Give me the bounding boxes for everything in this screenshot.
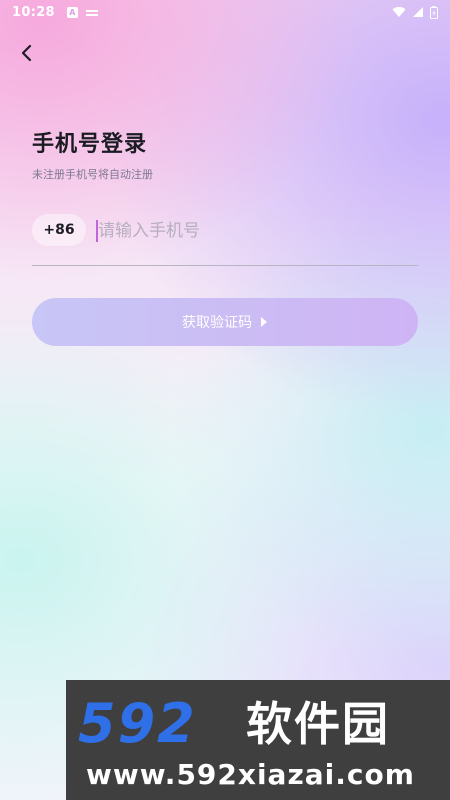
- message-notification-icon: [85, 8, 98, 17]
- app-notification-icon: A: [66, 6, 78, 18]
- watermark: 592 软件园 www.592xiazai.com: [66, 680, 450, 800]
- status-indicators: [392, 5, 438, 19]
- get-code-button[interactable]: 获取验证码: [32, 298, 418, 346]
- chevron-right-icon: [261, 317, 267, 327]
- chevron-left-icon: [21, 44, 32, 62]
- get-code-label: 获取验证码: [182, 315, 252, 331]
- signal-icon: [413, 7, 423, 17]
- watermark-logo-digits: 592: [78, 692, 197, 755]
- watermark-logo-text: 软件园: [246, 697, 390, 751]
- page-subtitle: 未注册手机号将自动注册: [32, 168, 153, 181]
- status-notifications: A: [66, 6, 98, 18]
- phone-input-row: +86: [32, 212, 418, 266]
- status-bar: 10:28 A: [0, 0, 450, 24]
- phone-input[interactable]: [98, 214, 398, 248]
- back-button[interactable]: [10, 36, 44, 70]
- status-time: 10:28: [12, 4, 55, 20]
- page-title: 手机号登录: [32, 132, 148, 157]
- wifi-icon: [392, 6, 406, 17]
- country-code-selector[interactable]: +86: [32, 214, 86, 246]
- watermark-url: www.592xiazai.com: [86, 758, 415, 791]
- battery-icon: [430, 5, 438, 19]
